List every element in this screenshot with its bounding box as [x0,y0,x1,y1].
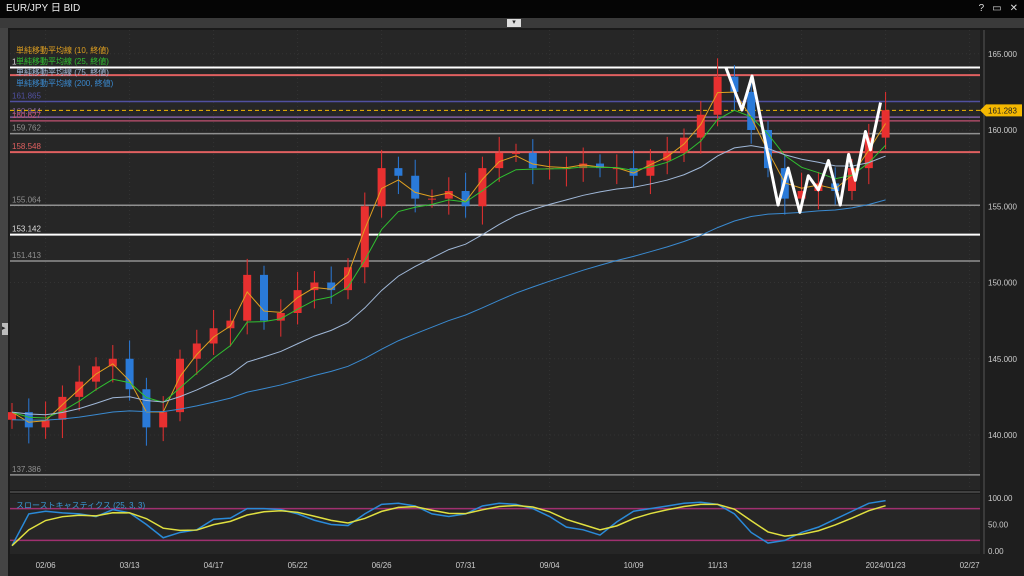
candle-body [512,152,520,154]
x-tick-label: 2024/01/23 [866,561,907,570]
level-label: 159.762 [12,124,41,133]
stochastic-title: スローストキャスティクス (25, 3, 3) [16,501,145,510]
legend-entry: 単純移動平均線 (75, 終値) [16,67,109,77]
candle-body [713,76,722,115]
candle-body [646,160,655,176]
candle-body [411,175,420,199]
x-tick-label: 09/04 [540,561,561,570]
legend-entry: 単純移動平均線 (25, 終値) [16,56,109,66]
candle-body [58,396,67,420]
legend-entry: 単純移動平均線 (200, 終値) [16,78,114,88]
candle-body [680,137,688,153]
candle-body [478,168,487,207]
y-tick-label: 150.000 [988,279,1017,288]
x-tick-label: 11/13 [708,561,728,570]
x-tick-label: 10/09 [624,561,645,570]
level-label: 160.627 [12,111,41,120]
x-tick-label: 06/26 [372,561,393,570]
x-tick-label: 12/18 [792,561,813,570]
candle-body [209,328,218,344]
x-tick-label: 02/27 [960,561,981,570]
x-tick-label: 04/17 [204,561,225,570]
stochastic-tick-label: 100.00 [988,494,1013,503]
level-label: 153.142 [12,225,41,234]
candle-body [428,198,436,200]
legend-entry: 単純移動平均線 (10, 終値) [16,45,109,55]
candle-body [260,274,268,321]
price-chart[interactable]: 165.000 160.000 155.000 150.000 145.000 140.0… [0,0,1024,576]
candle-body [747,91,756,130]
candle-body [394,168,403,176]
candle-body [528,152,537,169]
stochastic-tick-label: 0.00 [988,547,1004,556]
y-tick-label: 155.000 [988,202,1017,211]
x-tick-label: 05/22 [288,561,309,570]
level-label: 161.865 [12,92,41,101]
main-pane [10,30,980,490]
candle-body [226,320,235,329]
date-axis [10,554,980,576]
x-tick-label: 07/31 [456,561,477,570]
candle-body [159,412,168,428]
level-label: 155.064 [12,195,41,204]
y-tick-label: 160.000 [988,126,1017,135]
level-label: 151.413 [12,251,41,260]
current-price-label: 161.283 [988,106,1017,115]
stochastic-tick-label: 50.00 [988,521,1009,530]
level-label: 158.548 [12,142,41,151]
y-tick-label: 145.000 [988,355,1017,364]
x-tick-label: 02/06 [36,561,57,570]
level-label: 137.386 [12,465,41,474]
y-tick-label: 140.000 [988,431,1017,440]
x-tick-label: 03/13 [120,561,141,570]
y-tick-label: 165.000 [988,50,1017,59]
